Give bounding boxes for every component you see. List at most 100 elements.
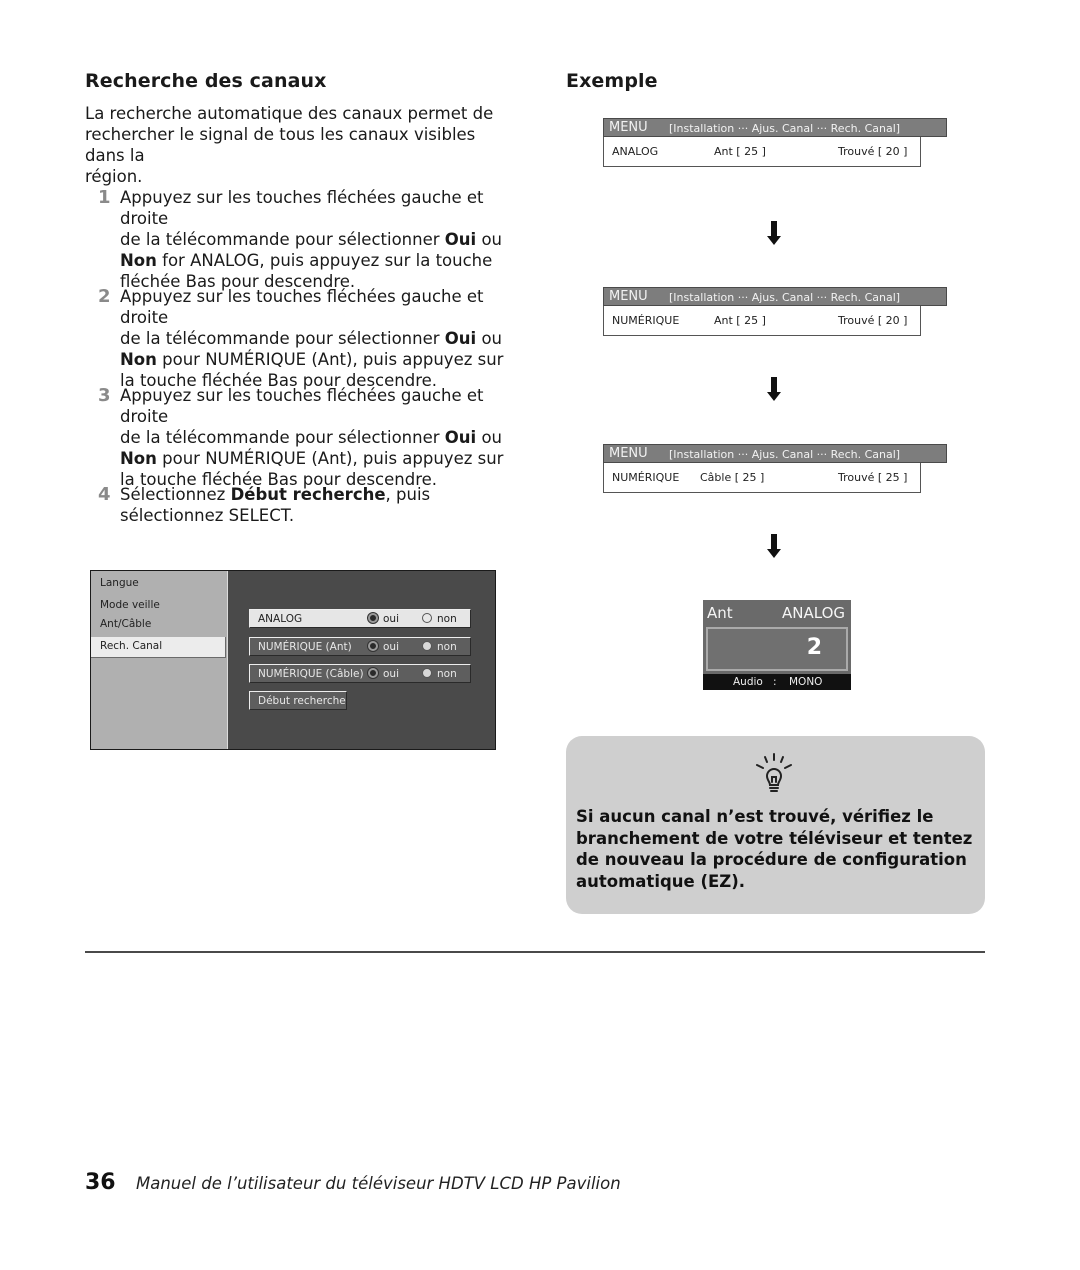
step-line: Non pour NUMÉRIQUE (Ant), puis appuyez s…: [120, 350, 504, 369]
step-line: Sélectionnez Début recherche, puis: [120, 485, 431, 504]
intro-line: région.: [85, 167, 143, 186]
audio-separator: :: [773, 676, 777, 688]
step-2: 2 Appuyez sur les touches fléchées gauch…: [98, 286, 518, 391]
radio-non[interactable]: [422, 641, 432, 651]
step-line: de la télécommande pour sélectionner Oui…: [120, 428, 503, 447]
osd-menu-label: MENU: [609, 446, 648, 461]
step-line: Appuyez sur les touches fléchées gauche …: [120, 188, 484, 228]
bold-term: Oui: [444, 428, 477, 447]
osd-status-row: ANALOG Ant [ 25 ] Trouvé [ 20 ]: [603, 137, 921, 167]
radio-non-label: non: [437, 641, 457, 653]
option-analog[interactable]: ANALOG oui non: [249, 609, 471, 628]
down-arrow-icon: [767, 534, 781, 558]
osd-menu-bar: MENU [Installation ··· Ajus. Canal ··· R…: [603, 444, 947, 463]
radio-oui[interactable]: [368, 668, 378, 678]
channel-number: 2: [806, 635, 822, 660]
radio-oui-label: oui: [383, 668, 399, 680]
step-line: Non pour NUMÉRIQUE (Ant), puis appuyez s…: [120, 449, 504, 468]
radio-oui-label: oui: [383, 641, 399, 653]
osd-breadcrumb: [Installation ··· Ajus. Canal ··· Rech. …: [669, 448, 901, 461]
radio-non[interactable]: [422, 613, 432, 623]
example-heading: Exemple: [566, 70, 658, 92]
osd-source: Ant [ 25 ]: [714, 314, 766, 327]
step-line: Appuyez sur les touches fléchées gauche …: [120, 386, 484, 426]
step-text: Appuyez sur les touches fléchées gauche …: [120, 286, 518, 391]
osd-menu-bar: MENU [Installation ··· Ajus. Canal ··· R…: [603, 287, 947, 306]
osd-mode: ANALOG: [612, 145, 659, 158]
channel-display: Ant ANALOG 2 Audio : MONO: [703, 600, 851, 690]
bold-term: Non: [120, 449, 157, 468]
intro-line: La recherche automatique des canaux perm…: [85, 104, 494, 123]
bold-term: Oui: [444, 329, 477, 348]
step-line: Non for ANALOG, puis appuyez sur la touc…: [120, 251, 493, 270]
option-numerique-cable[interactable]: NUMÉRIQUE (Câble) oui non: [249, 664, 471, 683]
step-text: Appuyez sur les touches fléchées gauche …: [120, 187, 518, 292]
osd-source: Câble [ 25 ]: [700, 471, 765, 484]
step-4: 4 Sélectionnez Début recherche, puis séle…: [98, 484, 518, 526]
step-line: de la télécommande pour sélectionner Oui…: [120, 329, 503, 348]
channel-input: Ant: [707, 604, 733, 622]
channel-number-box: 2: [706, 627, 848, 671]
step-number: 3: [98, 385, 111, 406]
down-arrow-icon: [767, 377, 781, 401]
step-line: Appuyez sur les touches fléchées gauche …: [120, 287, 484, 327]
menu-sidebar: Langue Mode veille Ant/Câble Rech. Canal: [91, 571, 228, 749]
step-3: 3 Appuyez sur les touches fléchées gauch…: [98, 385, 518, 490]
osd-found: Trouvé [ 20 ]: [838, 314, 908, 327]
section-heading: Recherche des canaux: [85, 70, 327, 92]
audio-status: Audio : MONO: [703, 674, 851, 690]
option-numerique-ant[interactable]: NUMÉRIQUE (Ant) oui non: [249, 637, 471, 656]
audio-value: MONO: [789, 676, 823, 688]
osd-screen-3: MENU [Installation ··· Ajus. Canal ··· R…: [603, 444, 947, 493]
radio-non-label: non: [437, 613, 457, 625]
osd-menu-label: MENU: [609, 289, 648, 304]
step-number: 4: [98, 484, 111, 505]
sidebar-item-mode-veille[interactable]: Mode veille: [100, 599, 160, 611]
tip-box: Si aucun canal n’est trouvé, vérifiez le…: [566, 736, 985, 914]
sidebar-item-ant-cable[interactable]: Ant/Câble: [100, 618, 151, 630]
lightbulb-icon: [756, 753, 792, 792]
step-text: Sélectionnez Début recherche, puis sélect…: [120, 484, 518, 526]
step-line: sélectionnez SELECT.: [120, 506, 295, 525]
intro-paragraph: La recherche automatique des canaux perm…: [85, 103, 515, 187]
radio-oui[interactable]: [368, 641, 378, 651]
step-line: de la télécommande pour sélectionner Oui…: [120, 230, 503, 249]
intro-line: rechercher le signal de tous les canaux …: [85, 125, 476, 165]
channel-search-menu: Langue Mode veille Ant/Câble Rech. Canal…: [90, 570, 496, 750]
radio-oui-label: oui: [383, 613, 399, 625]
bold-term: Non: [120, 350, 157, 369]
radio-non[interactable]: [422, 668, 432, 678]
channel-mode: ANALOG: [782, 604, 845, 622]
option-label: NUMÉRIQUE (Câble): [258, 668, 364, 680]
osd-mode: NUMÉRIQUE: [612, 314, 680, 327]
bold-term: Oui: [444, 230, 477, 249]
radio-non-label: non: [437, 668, 457, 680]
start-search-label: Début recherche: [258, 695, 346, 707]
sidebar-item-langue[interactable]: Langue: [100, 577, 139, 589]
bold-term: Début recherche: [230, 485, 386, 504]
option-label: ANALOG: [258, 613, 303, 625]
start-search-button[interactable]: Début recherche: [249, 691, 347, 710]
osd-menu-bar: MENU [Installation ··· Ajus. Canal ··· R…: [603, 118, 947, 137]
osd-screen-2: MENU [Installation ··· Ajus. Canal ··· R…: [603, 287, 947, 336]
step-number: 2: [98, 286, 111, 307]
radio-oui[interactable]: [368, 613, 378, 623]
step-text: Appuyez sur les touches fléchées gauche …: [120, 385, 518, 490]
step-number: 1: [98, 187, 111, 208]
manual-title: Manuel de l’utilisateur du téléviseur HD…: [136, 1174, 621, 1193]
footer-divider: [85, 951, 985, 953]
osd-status-row: NUMÉRIQUE Câble [ 25 ] Trouvé [ 25 ]: [603, 463, 921, 493]
osd-source: Ant [ 25 ]: [714, 145, 766, 158]
down-arrow-icon: [767, 221, 781, 245]
option-label: NUMÉRIQUE (Ant): [258, 641, 352, 653]
sidebar-item-rech-canal[interactable]: Rech. Canal: [91, 637, 226, 658]
sidebar-item-label: Rech. Canal: [100, 640, 163, 652]
audio-label: Audio: [733, 676, 763, 688]
osd-breadcrumb: [Installation ··· Ajus. Canal ··· Rech. …: [669, 122, 901, 135]
page-number: 36: [85, 1170, 116, 1195]
channel-display-header: Ant ANALOG: [703, 600, 851, 624]
tip-text: Si aucun canal n’est trouvé, vérifiez le…: [576, 807, 973, 891]
bold-term: Non: [120, 251, 157, 270]
osd-found: Trouvé [ 20 ]: [838, 145, 908, 158]
osd-mode: NUMÉRIQUE: [612, 471, 680, 484]
